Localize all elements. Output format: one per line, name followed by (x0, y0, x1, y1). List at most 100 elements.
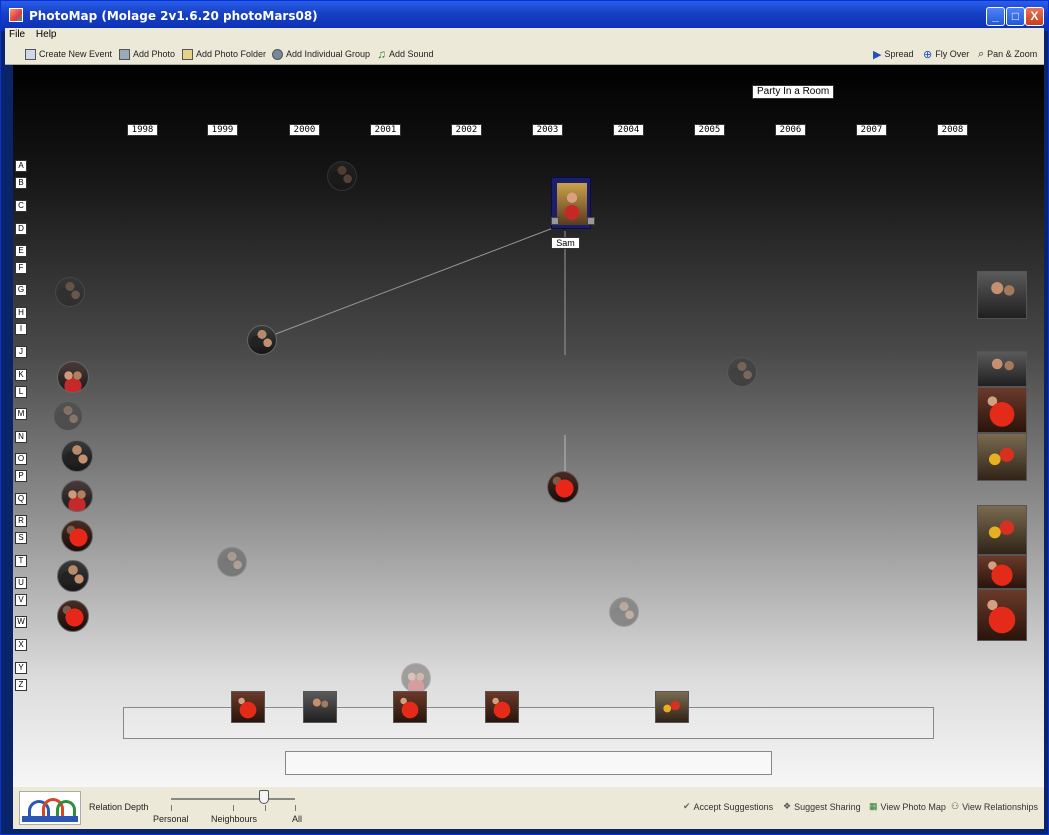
slider-tick (233, 805, 234, 811)
person-node[interactable] (61, 440, 93, 472)
tray-photo[interactable] (231, 691, 265, 723)
letter-index-item[interactable]: L (15, 386, 27, 398)
minimize-button[interactable]: _ (986, 7, 1005, 26)
photo-thumbnail[interactable] (977, 589, 1027, 641)
photo-thumbnail[interactable] (977, 505, 1027, 555)
letter-index-item[interactable]: N (15, 431, 27, 443)
year-label[interactable]: 1998 (127, 124, 158, 136)
person-node[interactable] (57, 600, 89, 632)
person-node[interactable] (547, 471, 579, 503)
event-label[interactable]: Party In a Room (752, 85, 835, 99)
photo-thumbnail[interactable] (977, 351, 1027, 387)
letter-index-item[interactable]: A (15, 160, 27, 172)
letter-index-item[interactable]: X (15, 639, 27, 651)
photo-map-canvas[interactable]: Party In a Room 1998 1999 2000 2001 2002 2003… (13, 65, 1044, 787)
relation-depth-slider-thumb[interactable] (259, 790, 269, 804)
person-node[interactable] (55, 277, 85, 307)
year-label[interactable]: 2004 (613, 124, 644, 136)
letter-index-item[interactable]: Y (15, 662, 27, 674)
person-node[interactable] (247, 325, 277, 355)
person-node[interactable] (53, 401, 83, 431)
view-photo-map-button[interactable]: ▦ View Photo Map (869, 801, 946, 812)
menu-file[interactable]: File (5, 28, 29, 41)
person-label: Sam (551, 237, 580, 249)
remove-photo-icon[interactable] (551, 217, 559, 225)
letter-index-item[interactable]: O (15, 453, 27, 465)
create-event-button[interactable]: Create New Event (25, 47, 112, 61)
year-label[interactable]: 2006 (775, 124, 806, 136)
person-node[interactable] (57, 361, 89, 393)
relation-depth-slider[interactable] (171, 798, 295, 800)
add-sound-button[interactable]: ♫ Add Sound (377, 47, 434, 61)
letter-index-item[interactable]: G (15, 284, 27, 296)
photo-thumbnail[interactable] (977, 433, 1027, 481)
letter-index-item[interactable]: V (15, 594, 27, 606)
letter-index-item[interactable]: D (15, 223, 27, 235)
menu-bar: File Help (5, 28, 1044, 43)
event-drop-area[interactable] (285, 751, 772, 775)
person-node[interactable] (327, 161, 357, 191)
add-photo-button[interactable]: Add Photo (119, 47, 175, 61)
fly-over-button[interactable]: ⊕ Fly Over (923, 47, 969, 61)
add-photo-folder-button[interactable]: Add Photo Folder (182, 47, 266, 61)
tray-photo[interactable] (485, 691, 519, 723)
letter-index-item[interactable]: M (15, 408, 27, 420)
spread-label: Spread (884, 49, 914, 59)
person-node[interactable] (609, 597, 639, 627)
letter-index-item[interactable]: P (15, 470, 27, 482)
tray-photo[interactable] (303, 691, 337, 723)
person-node[interactable] (401, 663, 431, 693)
create-event-label: Create New Event (39, 49, 113, 59)
photo-icon (119, 48, 130, 60)
add-group-label: Add Individual Group (286, 49, 371, 59)
photo-thumbnail[interactable] (977, 387, 1027, 433)
suggest-sharing-button[interactable]: ❖ Suggest Sharing (783, 801, 861, 812)
calendar-icon (25, 48, 36, 60)
letter-index-item[interactable]: Q (15, 493, 27, 505)
letter-index-item[interactable]: W (15, 616, 27, 628)
letter-index-item[interactable]: R (15, 515, 27, 527)
person-node[interactable] (217, 547, 247, 577)
slider-label-neighbours: Neighbours (211, 814, 258, 824)
tray-photo[interactable] (655, 691, 689, 723)
photo-thumbnail[interactable] (977, 555, 1027, 589)
spread-button[interactable]: ▶ Spread (873, 47, 914, 61)
person-node[interactable] (61, 520, 93, 552)
letter-index-item[interactable]: U (15, 577, 27, 589)
person-node[interactable] (61, 480, 93, 512)
relation-line (272, 224, 562, 336)
letter-index-item[interactable]: S (15, 532, 27, 544)
letter-index-item[interactable]: K (15, 369, 27, 381)
year-label[interactable]: 2003 (532, 124, 563, 136)
maximize-button[interactable]: □ (1006, 7, 1025, 26)
year-label[interactable]: 2001 (370, 124, 401, 136)
tray-photo[interactable] (393, 691, 427, 723)
letter-index-item[interactable]: J (15, 346, 27, 358)
year-label[interactable]: 2005 (694, 124, 725, 136)
letter-index-item[interactable]: C (15, 200, 27, 212)
letter-index-item[interactable]: F (15, 262, 27, 274)
view-relationships-button[interactable]: ⚇ View Relationships (951, 801, 1038, 812)
person-node[interactable] (727, 357, 757, 387)
letter-index-item[interactable]: B (15, 177, 27, 189)
year-label[interactable]: 1999 (207, 124, 238, 136)
year-label[interactable]: 2002 (451, 124, 482, 136)
photo-thumbnail[interactable] (977, 271, 1027, 319)
letter-index-item[interactable]: I (15, 323, 27, 335)
title-bar[interactable]: PhotoMap (Molage 2v1.6.20 photoMars08) _… (1, 1, 1048, 31)
pan-zoom-button[interactable]: ⌕ Pan & Zoom (978, 47, 1037, 61)
year-label[interactable]: 2007 (856, 124, 887, 136)
year-label[interactable]: 2000 (289, 124, 320, 136)
letter-index-item[interactable]: T (15, 555, 27, 567)
person-node[interactable] (57, 560, 89, 592)
close-button[interactable]: X (1025, 7, 1044, 26)
photo-options-icon[interactable] (587, 217, 595, 225)
letter-index-item[interactable]: Z (15, 679, 27, 691)
accept-suggestions-button[interactable]: ✔ Accept Suggestions (683, 801, 773, 812)
letter-index-item[interactable]: H (15, 307, 27, 319)
add-group-button[interactable]: Add Individual Group (272, 47, 370, 61)
year-label[interactable]: 2008 (937, 124, 968, 136)
view-relationships-label: View Relationships (962, 801, 1038, 812)
letter-index-item[interactable]: E (15, 245, 27, 257)
menu-help[interactable]: Help (32, 28, 61, 41)
